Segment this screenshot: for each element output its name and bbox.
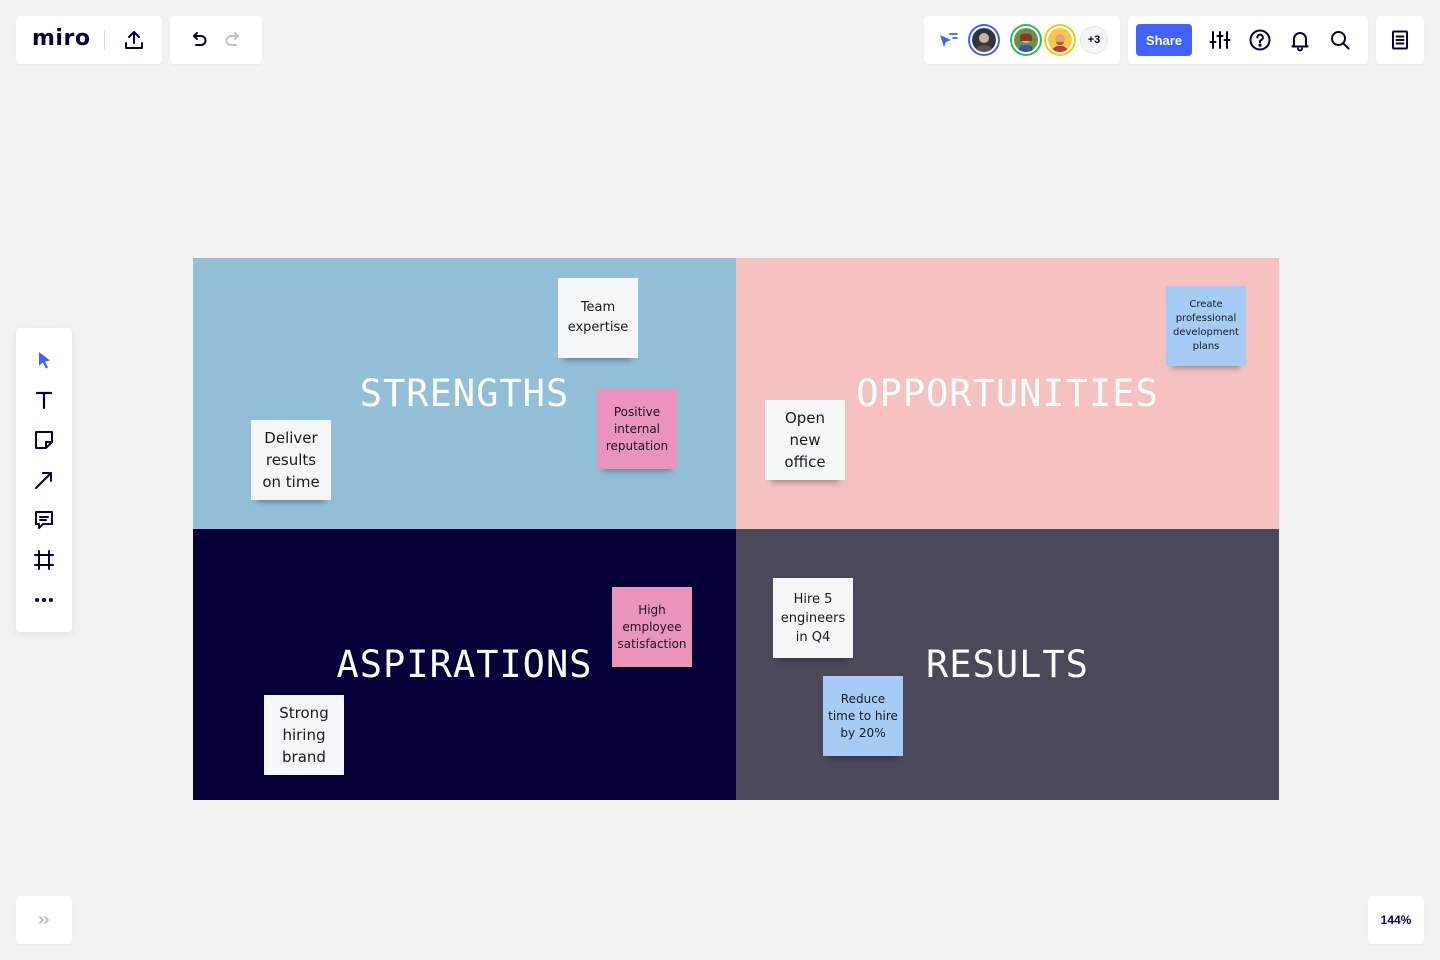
quadrant-title: RESULTS bbox=[926, 643, 1089, 686]
sticky-note[interactable]: Strong hiring brand bbox=[264, 695, 344, 775]
tools-panel: Share bbox=[1128, 16, 1368, 64]
miro-logo[interactable]: miro bbox=[32, 26, 90, 51]
more-collaborators-badge[interactable]: +3 bbox=[1080, 26, 1108, 54]
text-icon[interactable] bbox=[30, 386, 58, 414]
sticky-note[interactable]: Create professional development plans bbox=[1166, 286, 1246, 366]
double-chevron-right-icon[interactable] bbox=[30, 906, 58, 934]
quadrant-title: STRENGTHS bbox=[359, 372, 570, 415]
sticky-note[interactable]: Reduce time to hire by 20% bbox=[823, 676, 903, 756]
share-button[interactable]: Share bbox=[1136, 24, 1192, 56]
quadrant-results[interactable]: RESULTS bbox=[736, 529, 1279, 800]
soar-board: STRENGTHS OPPORTUNITIES ASPIRATIONS RESU… bbox=[193, 258, 1279, 800]
more-icon[interactable] bbox=[30, 586, 58, 614]
redo-icon[interactable] bbox=[220, 26, 248, 54]
cursor-follow-icon[interactable] bbox=[934, 26, 962, 54]
notes-panel bbox=[1376, 16, 1424, 64]
avatar[interactable] bbox=[970, 26, 998, 54]
sticky-note-icon[interactable] bbox=[30, 426, 58, 454]
avatar[interactable] bbox=[1012, 26, 1040, 54]
divider bbox=[104, 30, 105, 50]
undo-icon[interactable] bbox=[184, 26, 212, 54]
sticky-note[interactable]: Hire 5 engineers in Q4 bbox=[773, 578, 853, 658]
zoom-level[interactable]: 144% bbox=[1368, 896, 1424, 944]
sticky-note[interactable]: High employee satisfaction bbox=[612, 587, 692, 667]
notes-icon[interactable] bbox=[1386, 26, 1414, 54]
sticky-note[interactable]: Positive internal reputation bbox=[597, 389, 677, 469]
left-toolbar bbox=[16, 328, 72, 632]
zoom-panel: 144% bbox=[1368, 896, 1424, 944]
search-icon[interactable] bbox=[1326, 26, 1354, 54]
settings-sliders-icon[interactable] bbox=[1206, 26, 1234, 54]
collaborators-panel: +3 bbox=[924, 16, 1120, 64]
cursor-icon[interactable] bbox=[30, 346, 58, 374]
help-icon[interactable] bbox=[1246, 26, 1274, 54]
brand-panel: miro bbox=[16, 16, 162, 64]
upload-icon[interactable] bbox=[120, 26, 148, 54]
sticky-note[interactable]: Deliver results on time bbox=[251, 420, 331, 500]
avatar[interactable] bbox=[1046, 26, 1074, 54]
sticky-note[interactable]: Team expertise bbox=[558, 278, 638, 358]
comment-icon[interactable] bbox=[30, 506, 58, 534]
expand-panel bbox=[16, 896, 72, 944]
arrow-icon[interactable] bbox=[30, 466, 58, 494]
frame-icon[interactable] bbox=[30, 546, 58, 574]
bell-icon[interactable] bbox=[1286, 26, 1314, 54]
quadrant-title: OPPORTUNITIES bbox=[856, 372, 1159, 415]
sticky-note[interactable]: Open new office bbox=[765, 400, 845, 480]
quadrant-title: ASPIRATIONS bbox=[336, 643, 593, 686]
history-panel bbox=[170, 16, 262, 64]
